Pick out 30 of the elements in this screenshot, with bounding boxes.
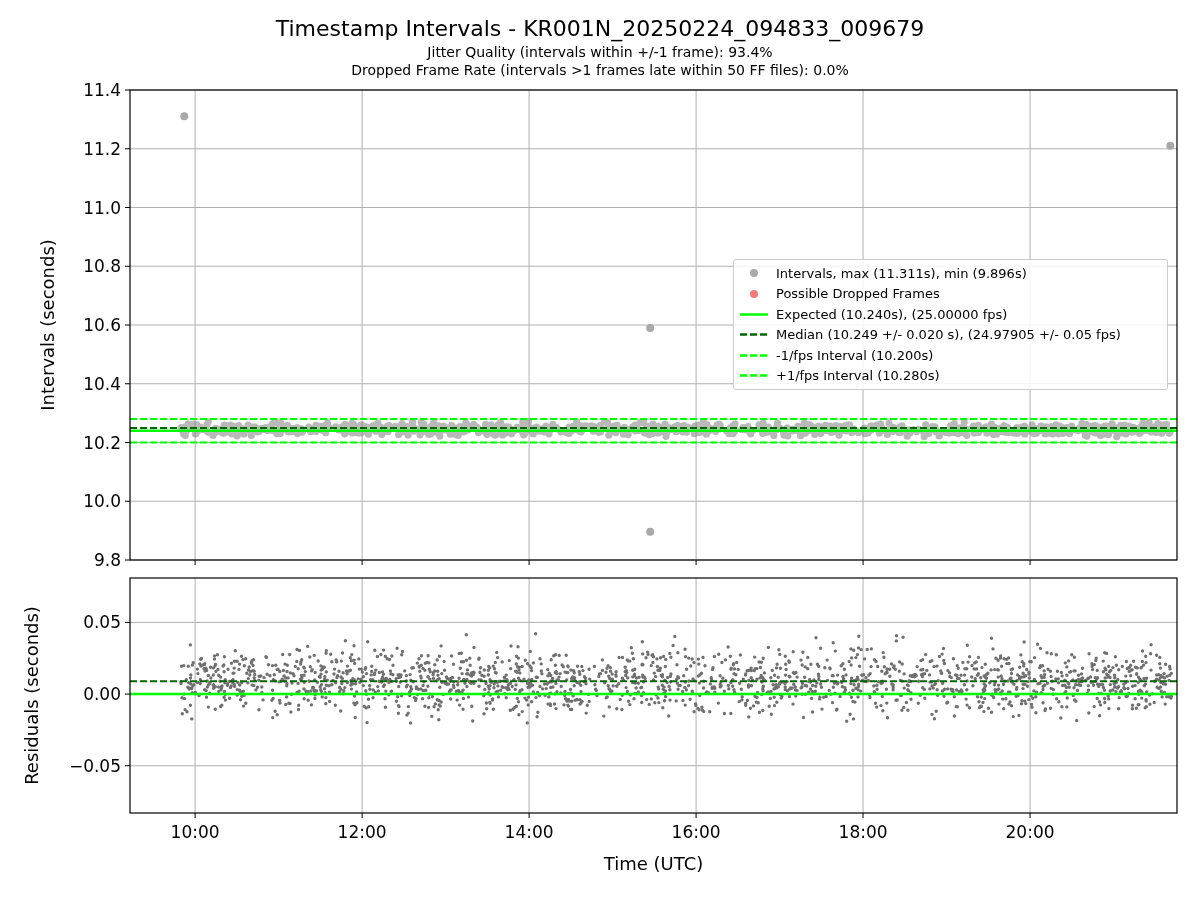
axis-title: Intervals (seconds) xyxy=(37,239,58,411)
tick-label: −0.05 xyxy=(68,755,121,776)
chart-subtitle: Dropped Frame Rate (intervals >1 frames late within 50 FF files): 0.0% xyxy=(351,61,849,79)
tick-label: 9.8 xyxy=(93,550,121,570)
legend-label: Intervals, max (11.311s), min (9.896s) xyxy=(776,265,1027,281)
legend-label: Expected (10.240s), (25.00000 fps) xyxy=(776,306,1008,322)
legend-label: Possible Dropped Frames xyxy=(776,286,940,302)
tick-label: 12:00 xyxy=(337,822,387,842)
tick-label: 11.0 xyxy=(83,197,121,218)
tick-label: 10:00 xyxy=(170,822,220,842)
tick-label: 10.2 xyxy=(83,432,121,453)
tick-label: 0.00 xyxy=(83,684,121,705)
legend-label: +1/fps Interval (10.280s) xyxy=(776,368,940,384)
tick-label: 10.8 xyxy=(83,256,121,277)
tick-label: 11.2 xyxy=(83,138,121,159)
axis-title: Residuals (seconds) xyxy=(21,606,42,785)
tick-label: 10.4 xyxy=(83,373,121,394)
tick-label: 18:00 xyxy=(838,822,888,842)
tick-label: 16:00 xyxy=(671,822,721,842)
legend-label: -1/fps Interval (10.200s) xyxy=(776,347,934,363)
tick-label: 10.0 xyxy=(83,491,121,512)
tick-label: 14:00 xyxy=(504,822,554,842)
tick-label: 11.4 xyxy=(83,80,121,100)
tick-label: 20:00 xyxy=(1005,822,1055,842)
legend-label: Median (10.249 +/- 0.020 s), (24.97905 +/- 0.05 fps) xyxy=(776,327,1121,343)
chart-title: Timestamp Intervals - KR001N_20250224_094833_009679 xyxy=(275,15,925,43)
axis-title: Time (UTC) xyxy=(603,853,704,874)
chart-subtitle: Jitter Quality (intervals within +/-1 frame): 93.4% xyxy=(427,43,773,61)
tick-label: 0.05 xyxy=(83,612,121,633)
tick-label: 10.6 xyxy=(83,315,121,335)
